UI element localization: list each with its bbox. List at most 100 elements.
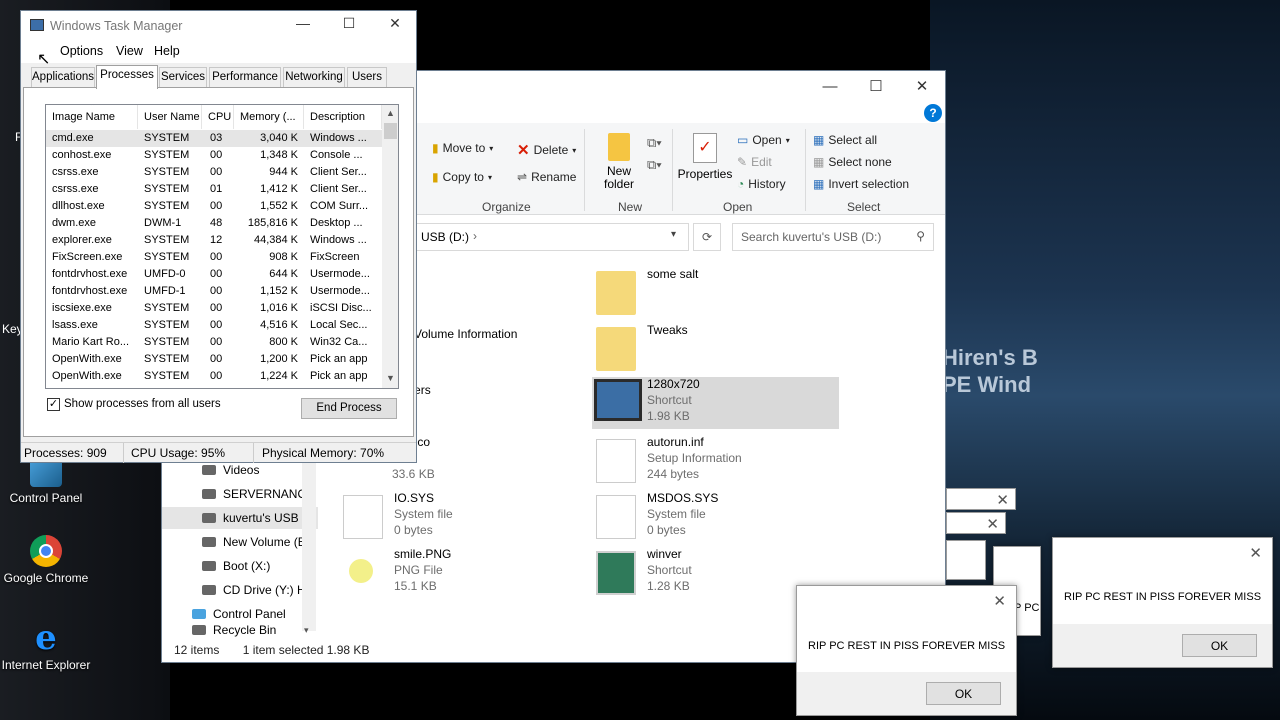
end-process-button[interactable]: End Process bbox=[301, 398, 397, 419]
address-dropdown-icon[interactable]: ▾ bbox=[671, 229, 676, 240]
process-row[interactable]: dwm.exe DWM-1 48 185,816 K Desktop ... bbox=[46, 215, 382, 232]
tab-processes[interactable]: Processes bbox=[96, 65, 158, 89]
setup-file-icon bbox=[596, 439, 636, 483]
select-all-label: Select all bbox=[828, 133, 878, 147]
process-row[interactable]: Mario Kart Ro... SYSTEM 00 800 K Win32 Ca... bbox=[46, 334, 382, 351]
menu-view[interactable]: View bbox=[116, 44, 143, 58]
file-item-selected[interactable]: 1280x720 Shortcut 1.98 KB bbox=[592, 377, 839, 429]
ok-button[interactable]: OK bbox=[926, 682, 1001, 705]
file-item[interactable]: some salt bbox=[592, 267, 842, 319]
move-to-button[interactable]: ▮ Move to ▾ bbox=[432, 141, 493, 155]
file-item[interactable]: IO.SYS System file 0 bytes bbox=[339, 491, 589, 543]
column-memory[interactable]: Memory (... bbox=[234, 105, 304, 129]
scroll-down-icon[interactable]: ▾ bbox=[304, 625, 309, 636]
properties-button[interactable]: ✓ Properties bbox=[677, 133, 733, 181]
status-selection: 1 item selected 1.98 KB bbox=[242, 643, 370, 657]
tm-close-button[interactable]: ✕ bbox=[372, 15, 418, 37]
column-image-name[interactable]: Image Name ⌃ bbox=[46, 105, 138, 129]
explorer-close-button[interactable]: ✕ bbox=[899, 71, 945, 101]
nav-item[interactable]: Control Panel bbox=[192, 603, 348, 625]
scroll-up-icon[interactable]: ▲ bbox=[386, 108, 395, 118]
process-row[interactable]: explorer.exe SYSTEM 12 44,384 K Windows ... bbox=[46, 232, 382, 249]
tab-services[interactable]: Services bbox=[159, 67, 207, 87]
new-item-icon[interactable]: ⧉▾ bbox=[647, 135, 662, 151]
process-row[interactable]: fontdrvhost.exe UMFD-1 00 1,152 K Usermode..… bbox=[46, 283, 382, 300]
nav-item[interactable]: Boot (X:) bbox=[202, 555, 358, 577]
nav-item[interactable]: CD Drive (Y:) H bbox=[202, 579, 358, 601]
nav-label: CD Drive (Y:) H bbox=[223, 583, 306, 597]
process-cell-image: OpenWith.exe bbox=[52, 370, 122, 382]
cd-drive-icon bbox=[202, 585, 216, 595]
explorer-maximize-button[interactable]: ☐ bbox=[853, 71, 899, 101]
delete-button[interactable]: ✕ Delete ▾ bbox=[517, 141, 576, 159]
invert-selection-button[interactable]: ▦ Invert selection bbox=[813, 177, 909, 191]
open-button[interactable]: ▭ Open ▾ bbox=[737, 133, 790, 147]
system-file-icon bbox=[596, 495, 636, 539]
ok-button[interactable]: OK bbox=[1182, 634, 1257, 657]
search-placeholder: Search kuvertu's USB (D:) bbox=[741, 230, 882, 244]
show-all-users-checkbox[interactable]: ✓ bbox=[47, 398, 60, 411]
process-row[interactable]: csrss.exe SYSTEM 01 1,412 K Client Ser... bbox=[46, 181, 382, 198]
task-manager-titlebar[interactable]: Windows Task Manager — ☐ ✕ bbox=[21, 11, 416, 41]
nav-item[interactable]: SERVERNANO bbox=[202, 483, 358, 505]
search-input[interactable]: Search kuvertu's USB (D:) ⚲ bbox=[732, 223, 934, 251]
edit-button[interactable]: ✎ Edit bbox=[737, 155, 772, 169]
select-none-button[interactable]: ▦ Select none bbox=[813, 155, 892, 169]
tab-users[interactable]: Users bbox=[347, 67, 387, 87]
close-icon[interactable]: ✕ bbox=[1249, 544, 1262, 562]
process-cell-user: SYSTEM bbox=[144, 234, 190, 246]
desktop-icon-internet-explorer[interactable]: e Internet Explorer bbox=[0, 621, 92, 672]
nav-item-selected[interactable]: kuvertu's USB ( bbox=[162, 507, 318, 529]
explorer-minimize-button[interactable]: — bbox=[807, 71, 853, 101]
process-row[interactable]: conhost.exe SYSTEM 00 1,348 K Console ... bbox=[46, 147, 382, 164]
column-description[interactable]: Description bbox=[304, 105, 382, 129]
tab-performance[interactable]: Performance bbox=[209, 67, 281, 87]
process-row[interactable]: FixScreen.exe SYSTEM 00 908 K FixScreen bbox=[46, 249, 382, 266]
tab-networking[interactable]: Networking bbox=[283, 67, 345, 87]
copy-to-button[interactable]: ▮ Copy to ▾ bbox=[432, 170, 492, 184]
close-icon[interactable]: ✕ bbox=[993, 592, 1006, 610]
file-item[interactable]: autorun.inf Setup Information 244 bytes bbox=[592, 435, 842, 487]
process-row[interactable]: OpenWith.exe SYSTEM 00 1,200 K Pick an app bbox=[46, 351, 382, 368]
process-row[interactable]: OpenWith.exe SYSTEM 00 1,224 K Pick an app bbox=[46, 368, 382, 385]
scroll-down-icon[interactable]: ▼ bbox=[386, 373, 395, 383]
column-cpu[interactable]: CPU bbox=[202, 105, 234, 129]
close-icon[interactable]: ✕ bbox=[996, 491, 1009, 509]
file-item[interactable]: Tweaks bbox=[592, 323, 842, 375]
menu-help[interactable]: Help bbox=[154, 44, 180, 58]
close-icon[interactable]: ✕ bbox=[986, 515, 999, 533]
process-row[interactable]: csrss.exe SYSTEM 00 944 K Client Ser... bbox=[46, 164, 382, 181]
process-list-scrollbar[interactable]: ▲ ▼ bbox=[382, 105, 398, 388]
nav-scrollbar[interactable] bbox=[302, 461, 316, 631]
easy-access-icon[interactable]: ⧉▾ bbox=[647, 157, 662, 173]
process-cell-user: UMFD-1 bbox=[144, 285, 186, 297]
tm-maximize-button[interactable]: ☐ bbox=[326, 15, 372, 37]
process-row[interactable]: fontdrvhost.exe UMFD-0 00 644 K Usermode... bbox=[46, 266, 382, 283]
process-cell-cpu: 00 bbox=[210, 302, 223, 314]
nav-item[interactable]: Recycle Bin bbox=[192, 623, 348, 637]
tm-minimize-button[interactable]: — bbox=[280, 15, 326, 37]
process-row[interactable]: iscsiexe.exe SYSTEM 00 1,016 K iSCSI Disc... bbox=[46, 300, 382, 317]
nav-item[interactable]: New Volume (E bbox=[202, 531, 358, 553]
column-user-name[interactable]: User Name bbox=[138, 105, 202, 129]
address-bar[interactable]: USB (D:) › ▾ bbox=[412, 223, 689, 251]
new-folder-button[interactable]: New folder bbox=[594, 133, 644, 191]
history-button[interactable]: ◔ History bbox=[737, 177, 786, 191]
file-item[interactable]: smile.PNG PNG File 15.1 KB bbox=[339, 547, 589, 599]
desktop-icon-chrome[interactable]: Google Chrome bbox=[0, 535, 92, 585]
tab-applications[interactable]: Applications bbox=[31, 67, 95, 87]
file-item[interactable]: MSDOS.SYS System file 0 bytes bbox=[592, 491, 842, 543]
explorer-status-bar: 12 items 1 item selected 1.98 KB bbox=[174, 643, 369, 657]
help-icon[interactable]: ? bbox=[924, 104, 942, 122]
refresh-icon[interactable]: ⟳ bbox=[693, 223, 721, 251]
process-row[interactable]: dllhost.exe SYSTEM 00 1,552 K COM Surr... bbox=[46, 198, 382, 215]
rename-button[interactable]: ⇌ Rename bbox=[517, 170, 576, 184]
select-all-button[interactable]: ▦ Select all bbox=[813, 133, 877, 147]
scroll-thumb[interactable] bbox=[384, 123, 397, 139]
process-row[interactable]: lsass.exe SYSTEM 00 4,516 K Local Sec... bbox=[46, 317, 382, 334]
process-row[interactable]: cmd.exe SYSTEM 03 3,040 K Windows ... bbox=[46, 130, 382, 147]
menu-options[interactable]: Options bbox=[60, 44, 103, 58]
process-cell-user: SYSTEM bbox=[144, 302, 190, 314]
group-label-open: Open bbox=[723, 200, 753, 214]
rename-icon: ⇌ bbox=[517, 170, 528, 184]
